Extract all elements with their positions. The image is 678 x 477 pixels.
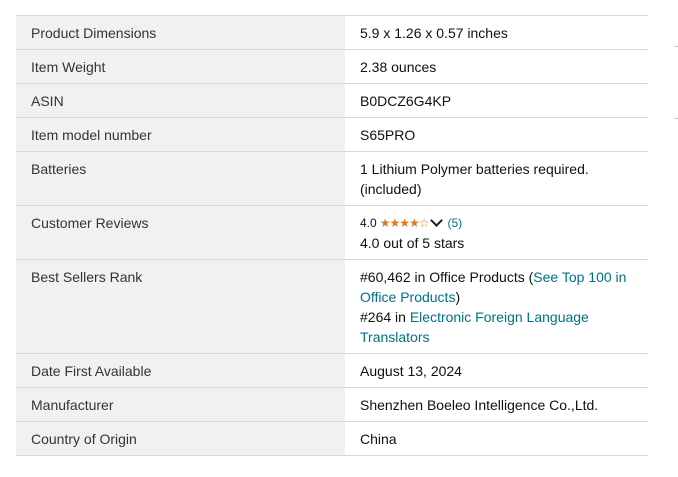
rank-1-suffix: ) [455, 289, 461, 305]
row-value-manufacturer: Shenzhen Boeleo Intelligence Co.,Ltd. [360, 397, 599, 413]
chevron-down-icon[interactable] [430, 214, 444, 227]
table-row: ASIN B0DCZ6G4KP [16, 83, 648, 118]
row-label-date-first-available: Date First Available [16, 353, 345, 388]
row-label-customer-reviews: Customer Reviews [16, 205, 345, 260]
row-value-item-model-number: S65PRO [360, 127, 416, 143]
row-label-item-model-number: Item model number [16, 117, 345, 152]
table-row: Item Weight 2.38 ounces [16, 49, 648, 84]
table-row: Date First Available August 13, 2024 [16, 353, 648, 388]
row-label-asin: ASIN [16, 83, 345, 118]
rank-1-prefix: #60,462 in Office Products ( [360, 269, 534, 285]
batteries-line-2: (included) [360, 181, 422, 197]
row-value-best-sellers-rank: #60,462 in Office Products (See Top 100 … [345, 260, 648, 354]
row-value-item-weight: 2.38 ounces [360, 59, 437, 75]
table-row: Best Sellers Rank #60,462 in Office Prod… [16, 259, 648, 354]
rating-count-link[interactable]: (5) [447, 213, 462, 233]
row-value-batteries: 1 Lithium Polymer batteries required. (i… [345, 152, 648, 206]
product-details-table: Product Dimensions 5.9 x 1.26 x 0.57 inc… [16, 15, 648, 456]
star-rating-icon[interactable]: ★★★★☆ [380, 217, 430, 229]
row-label-best-sellers-rank: Best Sellers Rank [16, 259, 345, 354]
row-label-country-of-origin: Country of Origin [16, 421, 345, 456]
batteries-line-1: 1 Lithium Polymer batteries required. [360, 161, 589, 177]
rank-2-prefix: #264 in [360, 309, 410, 325]
row-value-date-first-available: August 13, 2024 [360, 363, 462, 379]
rating-summary: 4.0 ★★★★☆ (5) [360, 213, 634, 233]
row-value-asin: B0DCZ6G4KP [360, 93, 452, 109]
table-row: Customer Reviews 4.0 ★★★★☆ (5) 4.0 out o… [16, 205, 648, 260]
table-row: Manufacturer Shenzhen Boeleo Intelligenc… [16, 387, 648, 422]
table-row: Country of Origin China [16, 421, 648, 456]
row-label-manufacturer: Manufacturer [16, 387, 345, 422]
row-value-customer-reviews: 4.0 ★★★★☆ (5) 4.0 out of 5 stars [345, 206, 648, 260]
table-row: Item model number S65PRO [16, 117, 648, 152]
table-row: Batteries 1 Lithium Polymer batteries re… [16, 151, 648, 206]
row-value-country-of-origin: China [360, 431, 397, 447]
side-divider-tick [674, 118, 678, 119]
rating-text: 4.0 out of 5 stars [360, 235, 465, 251]
side-divider-tick [674, 46, 678, 47]
table-row: Product Dimensions 5.9 x 1.26 x 0.57 inc… [16, 15, 648, 50]
row-value-product-dimensions: 5.9 x 1.26 x 0.57 inches [360, 25, 508, 41]
row-label-product-dimensions: Product Dimensions [16, 15, 345, 50]
row-label-item-weight: Item Weight [16, 49, 345, 84]
row-label-batteries: Batteries [16, 151, 345, 206]
rating-value: 4.0 [360, 216, 377, 230]
